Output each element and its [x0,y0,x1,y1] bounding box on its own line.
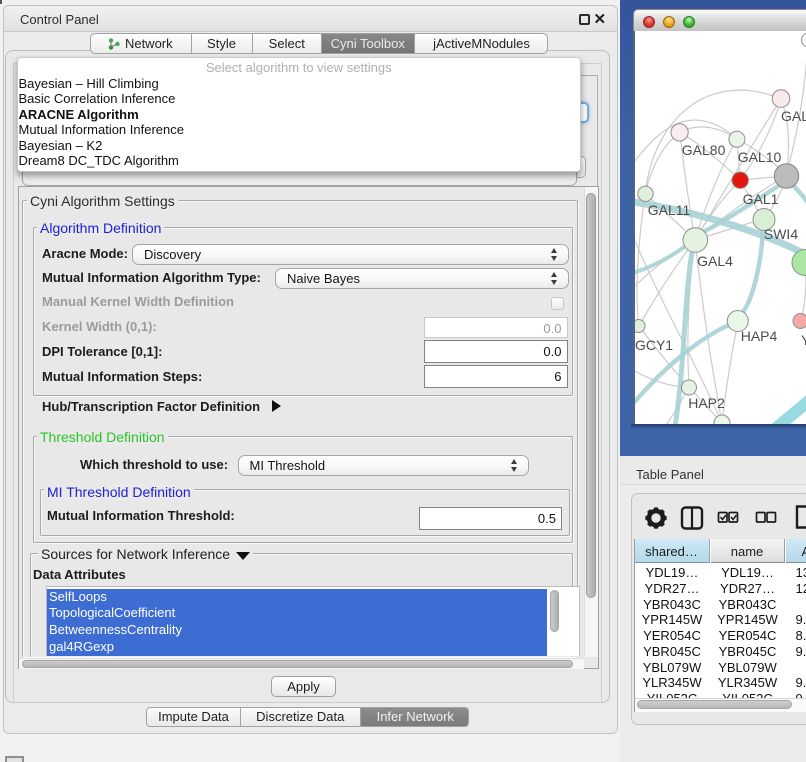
svg-text:HAP2: HAP2 [688,395,725,411]
svg-text:GAL11: GAL11 [648,202,691,218]
svg-text:GAL10: GAL10 [738,149,782,165]
svg-text:GAL2: GAL2 [781,108,806,124]
svg-text:GCY1: GCY1 [635,337,673,353]
svg-text:GAL4: GAL4 [697,253,733,269]
svg-text:GAL1: GAL1 [743,191,779,207]
svg-text:YM: YM [801,332,806,348]
svg-text:GAL80: GAL80 [682,142,726,158]
svg-text:SWI4: SWI4 [764,226,798,242]
svg-text:HAP4: HAP4 [741,328,778,344]
